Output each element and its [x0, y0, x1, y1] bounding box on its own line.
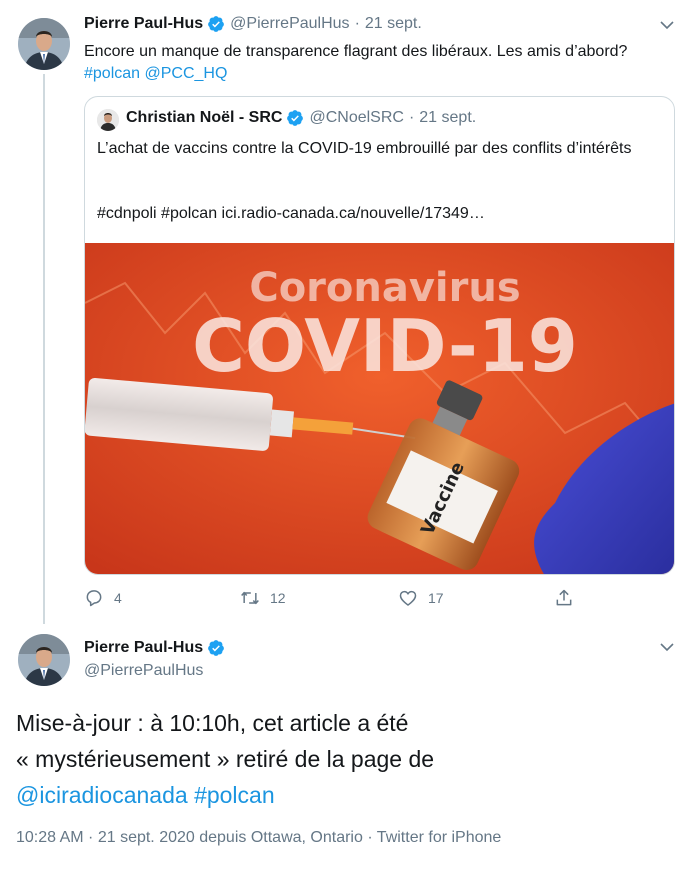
chevron-down-icon[interactable]: [659, 17, 675, 33]
verified-badge-icon: [287, 110, 304, 126]
quoted-date[interactable]: 21 sept.: [419, 109, 476, 127]
hashtag-polcan-link[interactable]: #polcan: [194, 782, 275, 808]
tweet1-author-name[interactable]: Pierre Paul-Hus: [84, 15, 203, 33]
share-icon: [556, 589, 572, 606]
chevron-down-icon[interactable]: [659, 639, 675, 655]
separator-dot: ·: [408, 109, 415, 126]
tweet2-text-line2: « mystérieusement » retiré de la page de: [16, 746, 435, 772]
tweet2-timestamp-meta[interactable]: 10:28 AM · 21 sept. 2020 depuis Ottawa, …: [16, 829, 501, 847]
quoted-tweet-header: Christian Noël - SRC @CNoelSRC · 21 sept…: [126, 109, 476, 127]
quoted-tweet-tags-and-url: #cdnpoli #polcan ici.radio-canada.ca/nou…: [97, 205, 485, 222]
like-button[interactable]: 17: [398, 588, 444, 608]
tweet1-avatar[interactable]: [18, 18, 70, 70]
tweet2-text-line1: Mise-à-jour : à 10:10h, cet article a ét…: [16, 710, 409, 736]
tweet1-handle[interactable]: @PierrePaulHus: [230, 15, 349, 33]
share-button[interactable]: [554, 588, 584, 608]
thread-connector-line: [43, 74, 45, 624]
tweet1-date[interactable]: 21 sept.: [365, 15, 422, 33]
quoted-tweet-text: L’achat de vaccins contre la COVID-19 em…: [97, 140, 632, 157]
quoted-tweet-avatar[interactable]: [97, 109, 119, 131]
reply-count: 4: [114, 590, 122, 606]
like-count: 17: [428, 590, 444, 606]
verified-badge-icon: [208, 16, 225, 32]
retweet-icon: [241, 591, 259, 605]
image-headline-big: COVID-19: [192, 304, 578, 388]
mention-iciradiocanada-link[interactable]: @iciradiocanada: [16, 782, 188, 808]
covid-vaccine-image[interactable]: Coronavirus COVID-19 Vaccine: [85, 243, 675, 575]
tweet1-text-plain: Encore un manque de transparence flagran…: [84, 43, 628, 60]
tweet2-avatar[interactable]: [18, 634, 70, 686]
quoted-handle[interactable]: @CNoelSRC: [309, 109, 403, 127]
tweet1-header: Pierre Paul-Hus @PierrePaulHus · 21 sept…: [84, 15, 422, 33]
hashtag-polcan-link[interactable]: #polcan: [84, 65, 140, 82]
reply-icon: [86, 590, 102, 607]
quoted-tweet-card[interactable]: Christian Noël - SRC @CNoelSRC · 21 sept…: [84, 96, 675, 575]
verified-badge-icon: [208, 640, 225, 656]
retweet-count: 12: [270, 590, 286, 606]
tweet2-header-name: Pierre Paul-Hus: [84, 639, 230, 657]
reply-button[interactable]: 4: [84, 588, 122, 608]
tweet1-text: Encore un manque de transparence flagran…: [84, 41, 644, 85]
tweet2-text: Mise-à-jour : à 10:10h, cet article a ét…: [16, 705, 676, 813]
like-icon: [399, 590, 417, 606]
tweet2-author-name[interactable]: Pierre Paul-Hus: [84, 639, 203, 657]
retweet-button[interactable]: 12: [240, 588, 286, 608]
tweet2-handle[interactable]: @PierrePaulHus: [84, 662, 203, 680]
tweet2-header-handle: @PierrePaulHus: [84, 662, 203, 680]
separator-dot: ·: [354, 15, 360, 32]
quoted-author-name[interactable]: Christian Noël - SRC: [126, 109, 282, 127]
mention-pcc-link[interactable]: @PCC_HQ: [145, 65, 228, 82]
tweet1-actions: 4 12 17: [84, 588, 584, 610]
